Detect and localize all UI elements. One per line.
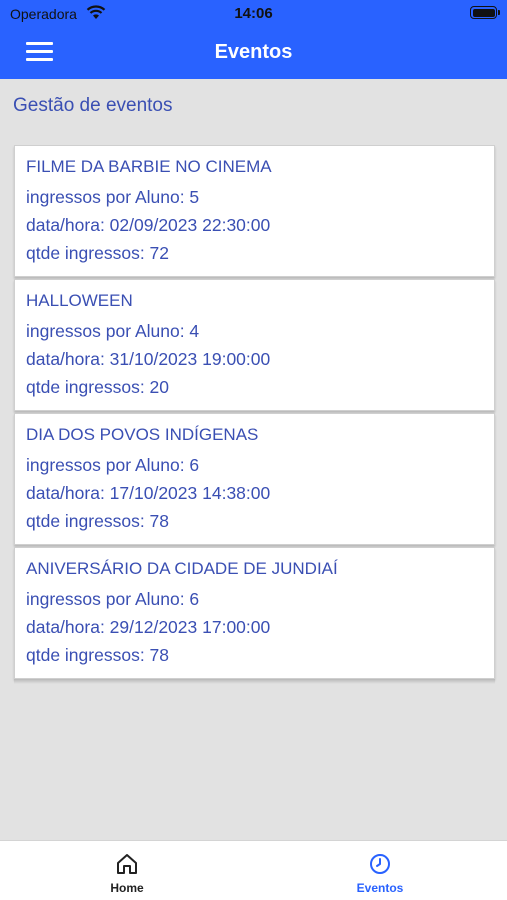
event-tickets-per-student: ingressos por Aluno: 5 — [26, 187, 200, 207]
event-ticket-quantity: qtde ingressos: 72 — [26, 243, 170, 263]
event-name: DIA DOS POVOS INDÍGENAS — [26, 425, 259, 444]
event-ticket-quantity: qtde ingressos: 20 — [26, 377, 170, 397]
event-card[interactable]: ANIVERSÁRIO DA CIDADE DE JUNDIAÍ ingress… — [14, 547, 495, 679]
page-title: Eventos — [214, 41, 293, 63]
status-bar: Operadora 14:06 — [0, 0, 507, 27]
event-datetime: data/hora: 29/12/2023 17:00:00 — [26, 617, 271, 637]
home-icon — [117, 854, 137, 874]
event-datetime: data/hora: 31/10/2023 19:00:00 — [26, 349, 271, 369]
event-ticket-quantity: qtde ingressos: 78 — [26, 511, 170, 531]
event-tickets-per-student: ingressos por Aluno: 6 — [26, 589, 200, 609]
battery-icon — [470, 6, 500, 19]
tab-bar: Home Eventos — [0, 840, 507, 900]
event-tickets-per-student: ingressos por Aluno: 4 — [26, 321, 200, 341]
event-name: FILME DA BARBIE NO CINEMA — [26, 157, 272, 176]
tab-eventos-label: Eventos — [356, 881, 404, 895]
list-shadow — [14, 679, 495, 684]
status-time: 14:06 — [234, 5, 273, 22]
tab-home-label: Home — [110, 881, 144, 895]
section-title: Gestão de eventos — [13, 95, 173, 116]
event-card[interactable]: HALLOWEEN ingressos por Aluno: 4 data/ho… — [14, 279, 495, 411]
tab-eventos[interactable]: Eventos — [305, 841, 455, 900]
event-name: HALLOWEEN — [26, 291, 133, 310]
event-card[interactable]: DIA DOS POVOS INDÍGENAS ingressos por Al… — [14, 413, 495, 545]
event-datetime: data/hora: 02/09/2023 22:30:00 — [26, 215, 271, 235]
event-name: ANIVERSÁRIO DA CIDADE DE JUNDIAÍ — [26, 559, 338, 578]
event-datetime: data/hora: 17/10/2023 14:38:00 — [26, 483, 271, 503]
tab-home[interactable]: Home — [52, 841, 202, 900]
events-list: FILME DA BARBIE NO CINEMA ingressos por … — [14, 145, 495, 684]
clock-icon — [370, 854, 390, 874]
event-tickets-per-student: ingressos por Aluno: 6 — [26, 455, 200, 475]
event-card[interactable]: FILME DA BARBIE NO CINEMA ingressos por … — [14, 145, 495, 277]
event-ticket-quantity: qtde ingressos: 78 — [26, 645, 170, 665]
app-bar: Eventos — [0, 27, 507, 79]
